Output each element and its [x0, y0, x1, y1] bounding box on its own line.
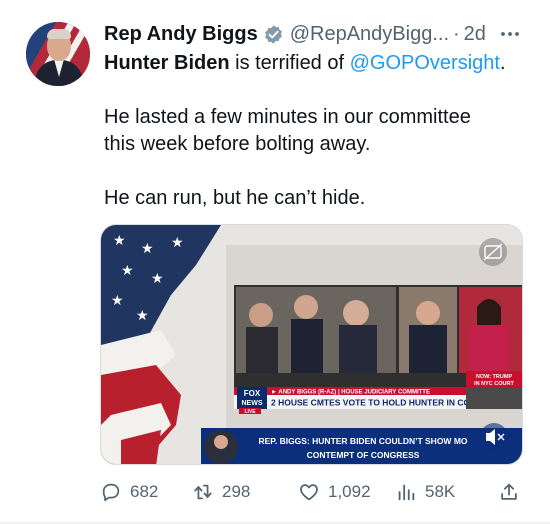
video-frame: ★ ★ ★ ★ ★ ★ ★ NOW: TRUMP IN NYC COURT ► … [101, 225, 522, 464]
inset-footage [466, 387, 522, 409]
network-logo-top: FOX [244, 389, 261, 398]
views-count: 58K [425, 482, 456, 501]
heart-icon [300, 484, 318, 501]
like-count: 1,092 [328, 482, 371, 501]
repost-button[interactable]: 298 [192, 478, 250, 506]
reply-count: 682 [130, 482, 159, 501]
svg-text:★: ★ [141, 241, 154, 257]
lower-third-top-text: ► ANDY BIGGS (R-AZ) | HOUSE JUDICIARY CO… [271, 390, 430, 396]
views-button[interactable]: 58K [395, 478, 455, 506]
author-handle[interactable]: @RepAndyBigg... [290, 23, 449, 46]
author-name[interactable]: Rep Andy Biggs [104, 23, 258, 46]
separator-dot: · [453, 22, 460, 45]
repost-count: 298 [222, 482, 251, 501]
timestamp[interactable]: 2d [464, 23, 486, 46]
tweet-text: Hunter Biden is terrified of @GOPOversig… [104, 50, 534, 212]
caption-line-2: CONTEMPT OF CONGRESS [307, 450, 420, 460]
tweet-text-line-1: Hunter Biden is terrified of @GOPOversig… [104, 50, 534, 77]
svg-text:★: ★ [151, 271, 164, 287]
svg-text:★: ★ [136, 308, 149, 324]
live-label: LIVE [244, 409, 256, 415]
tweet-text-line-3: this week before bolting away. [104, 133, 371, 155]
network-logo-bottom: NEWS [242, 400, 263, 407]
tweet-text-fragment: is terrified of [229, 52, 350, 74]
caption-line-1: REP. BIGGS: HUNTER BIDEN COULDN’T SHOW M… [258, 436, 467, 446]
svg-text:★: ★ [111, 293, 124, 309]
now-tag-line-2: IN NYC COURT [474, 381, 514, 387]
svg-text:★: ★ [171, 235, 184, 251]
mute-icon[interactable] [480, 423, 508, 451]
avatar[interactable] [26, 22, 90, 86]
video-player[interactable]: ★ ★ ★ ★ ★ ★ ★ NOW: TRUMP IN NYC COURT ► … [100, 224, 523, 465]
media-settings-icon[interactable] [479, 238, 507, 266]
svg-text:★: ★ [113, 233, 126, 249]
tweet-bold-name: Hunter Biden [104, 52, 230, 74]
svg-text:★: ★ [121, 263, 134, 279]
share-icon [501, 483, 517, 500]
avatar-hair [47, 29, 71, 39]
reply-button[interactable]: 682 [100, 478, 158, 506]
tweet[interactable]: Rep Andy Biggs @RepAndyBigg... · 2d Hunt… [0, 0, 550, 524]
views-icon [398, 484, 415, 501]
more-icon[interactable] [498, 24, 522, 44]
now-tag-line-1: NOW: TRUMP [476, 374, 513, 380]
mention-link[interactable]: @GOPOversight [350, 52, 500, 74]
verified-badge-icon[interactable] [263, 24, 284, 45]
tweet-header: Rep Andy Biggs @RepAndyBigg... · 2d [104, 20, 486, 48]
reply-icon [102, 483, 120, 502]
tweet-actions: 682 298 1,092 58K [100, 478, 530, 506]
tweet-text-line-4: He can run, but he can’t hide. [104, 187, 366, 209]
tweet-text-period: . [499, 52, 506, 74]
like-button[interactable]: 1,092 [298, 478, 371, 506]
repost-icon [194, 484, 212, 500]
tweet-text-line-2: He lasted a few minutes in our committee [104, 106, 471, 128]
share-button[interactable] [498, 478, 528, 506]
